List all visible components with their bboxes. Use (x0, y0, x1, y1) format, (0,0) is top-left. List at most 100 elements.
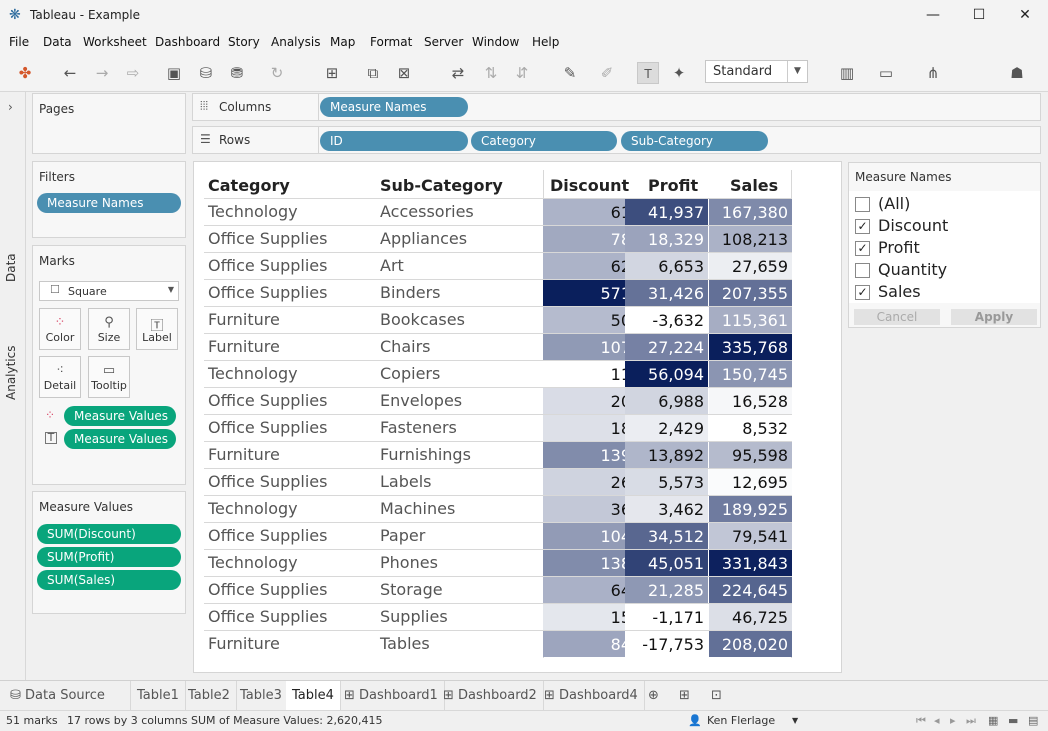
cell-discount[interactable]: 138 (543, 550, 635, 576)
filter-pill-measure-names[interactable]: Measure Names (37, 193, 181, 213)
cell-profit[interactable]: 56,094 (625, 361, 708, 387)
cell-discount[interactable]: 18 (543, 415, 635, 441)
share-icon[interactable]: ⋔ (922, 62, 944, 84)
list-view-icon[interactable]: ▤ (1028, 714, 1038, 727)
sort-desc-icon[interactable]: ⇵ (511, 62, 533, 84)
user-name[interactable]: Ken Flerlage (707, 714, 775, 727)
fix-axes-icon[interactable]: ✦ (668, 62, 690, 84)
label-button[interactable]: 🅃 Label (136, 308, 178, 350)
cell-sub-category[interactable]: Paper (380, 523, 425, 549)
menu-window[interactable]: Window (472, 35, 519, 49)
rows-pill-sub-category[interactable]: Sub-Category (621, 131, 768, 151)
menu-format[interactable]: Format (370, 35, 412, 49)
cell-sub-category[interactable]: Bookcases (380, 307, 465, 333)
cell-category[interactable]: Office Supplies (208, 388, 327, 414)
measure-pill-sales[interactable]: SUM(Sales) (37, 570, 181, 590)
first-page-icon[interactable]: ⏮ (916, 714, 926, 728)
redo-icon[interactable]: → (91, 62, 113, 84)
refresh-icon[interactable]: ↻ (266, 62, 288, 84)
cell-sales[interactable]: 331,843 (709, 550, 792, 576)
show-labels-icon[interactable]: T (637, 62, 659, 84)
cell-profit[interactable]: 45,051 (625, 550, 708, 576)
cell-discount[interactable]: 11 (543, 361, 635, 387)
cell-profit[interactable]: 41,937 (625, 199, 708, 225)
menu-map[interactable]: Map (330, 35, 355, 49)
cell-sales[interactable]: 16,528 (709, 388, 792, 414)
cell-category[interactable]: Office Supplies (208, 415, 327, 441)
detail-button[interactable]: ⁖ Detail (39, 356, 81, 398)
duplicate-icon[interactable]: ⧉ (362, 62, 384, 84)
cell-sales[interactable]: 207,355 (709, 280, 792, 306)
cell-profit[interactable]: 6,653 (625, 253, 708, 279)
measure-pill-discount[interactable]: SUM(Discount) (37, 524, 181, 544)
cell-profit[interactable]: 5,573 (625, 469, 708, 495)
menu-server[interactable]: Server (424, 35, 463, 49)
color-button[interactable]: ⁘ Color (39, 308, 81, 350)
highlight-icon[interactable]: ✎ (559, 62, 581, 84)
rows-pill-category[interactable]: Category (471, 131, 617, 151)
expand-chevron-icon[interactable]: › (8, 100, 13, 114)
checkbox-discount[interactable]: ✓ (855, 219, 870, 234)
cell-category[interactable]: Office Supplies (208, 226, 327, 252)
measure-pill-profit[interactable]: SUM(Profit) (37, 547, 181, 567)
cell-sub-category[interactable]: Copiers (380, 361, 440, 387)
cell-category[interactable]: Furniture (208, 631, 280, 657)
next-page-icon[interactable]: ▸ (950, 714, 956, 727)
cell-profit[interactable]: 27,224 (625, 334, 708, 360)
columns-pill-measure-names[interactable]: Measure Names (320, 97, 468, 117)
replay-icon[interactable]: ⇨ (122, 62, 144, 84)
tab-analytics[interactable]: Analytics (4, 346, 18, 401)
cell-category[interactable]: Office Supplies (208, 280, 327, 306)
menu-file[interactable]: File (9, 35, 29, 49)
cell-category[interactable]: Office Supplies (208, 577, 327, 603)
presentation-icon[interactable]: ▭ (875, 62, 897, 84)
cell-category[interactable]: Furniture (208, 307, 280, 333)
menu-data[interactable]: Data (43, 35, 72, 49)
prev-page-icon[interactable]: ◂ (934, 714, 940, 727)
cell-profit[interactable]: -3,632 (625, 307, 708, 333)
cell-sub-category[interactable]: Furnishings (380, 442, 471, 468)
tab-dashboard2[interactable]: ⊞ Dashboard2 (437, 681, 544, 710)
checkbox-quantity[interactable] (855, 263, 870, 278)
cell-category[interactable]: Furniture (208, 334, 280, 360)
cell-sub-category[interactable]: Supplies (380, 604, 448, 630)
new-datasource-icon[interactable]: ⛁ (195, 62, 217, 84)
cell-sales[interactable]: 79,541 (709, 523, 792, 549)
cell-category[interactable]: Furniture (208, 442, 280, 468)
cell-sub-category[interactable]: Storage (380, 577, 443, 603)
cell-sub-category[interactable]: Phones (380, 550, 438, 576)
menu-dashboard[interactable]: Dashboard (155, 35, 220, 49)
menu-worksheet[interactable]: Worksheet (83, 35, 147, 49)
cell-sub-category[interactable]: Chairs (380, 334, 430, 360)
menu-analysis[interactable]: Analysis (271, 35, 320, 49)
cell-profit[interactable]: 21,285 (625, 577, 708, 603)
cell-sales[interactable]: 167,380 (709, 199, 792, 225)
cell-sales[interactable]: 208,020 (709, 631, 792, 657)
cancel-button[interactable]: Cancel (854, 309, 940, 325)
header-sales[interactable]: Sales (730, 176, 778, 195)
tab-dashboard1[interactable]: ⊞ Dashboard1 (338, 681, 445, 710)
new-story-tab-icon[interactable]: ⊡ (705, 681, 728, 710)
chevron-down-icon[interactable]: ▼ (792, 716, 798, 725)
cell-discount[interactable]: 36 (543, 496, 635, 522)
cell-discount[interactable]: 139 (543, 442, 635, 468)
cell-category[interactable]: Office Supplies (208, 253, 327, 279)
size-button[interactable]: ⚲ Size (88, 308, 130, 350)
cell-profit[interactable]: 31,426 (625, 280, 708, 306)
show-me-icon[interactable]: ☗ (1006, 62, 1028, 84)
tab-table1[interactable]: Table1 (131, 681, 186, 710)
cell-sales[interactable]: 224,645 (709, 577, 792, 603)
cell-profit[interactable]: 2,429 (625, 415, 708, 441)
cell-profit[interactable]: -1,171 (625, 604, 708, 630)
maximize-icon[interactable]: ☐ (956, 0, 1002, 32)
cell-category[interactable]: Technology (208, 361, 298, 387)
tab-table3[interactable]: Table3 (234, 681, 289, 710)
cell-profit[interactable]: -17,753 (625, 631, 708, 657)
save-icon[interactable]: ▣ (163, 62, 185, 84)
cell-discount[interactable]: 15 (543, 604, 635, 630)
cell-sales[interactable]: 46,725 (709, 604, 792, 630)
cell-discount[interactable]: 571 (543, 280, 635, 306)
menu-story[interactable]: Story (228, 35, 260, 49)
header-sub-category[interactable]: Sub-Category (380, 176, 503, 195)
cell-sales[interactable]: 335,768 (709, 334, 792, 360)
